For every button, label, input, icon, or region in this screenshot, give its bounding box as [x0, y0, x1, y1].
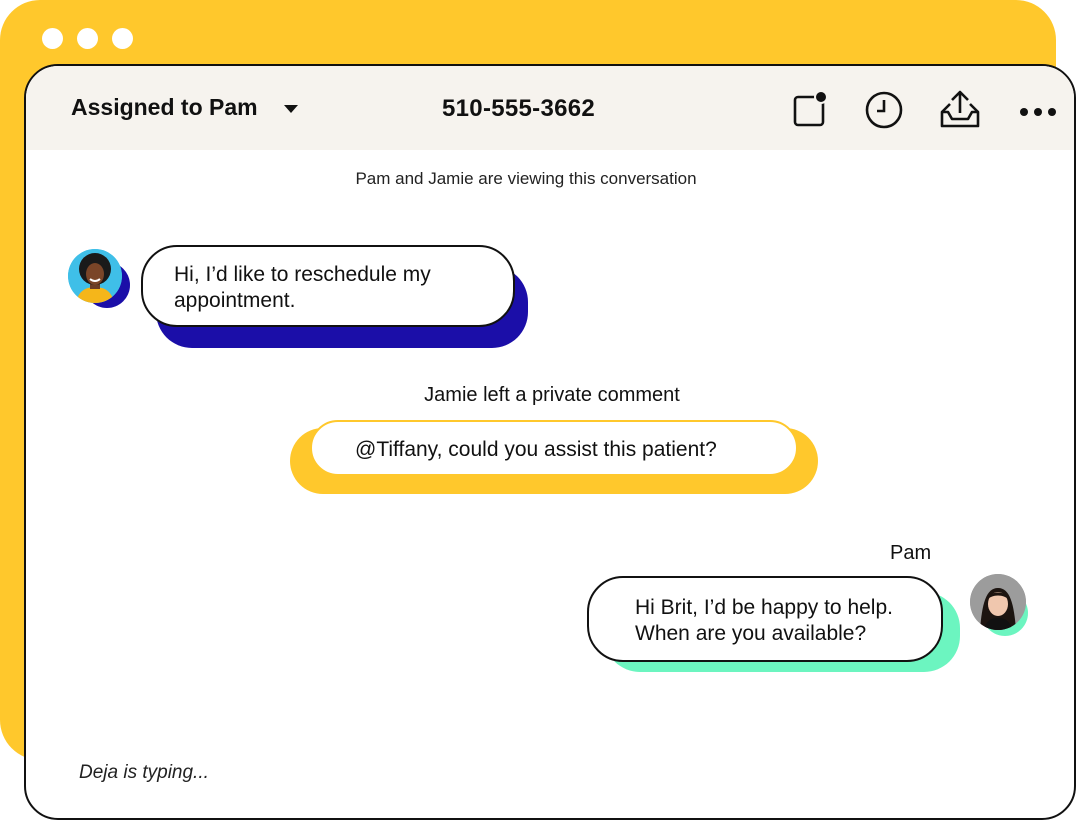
- private-comment-text: @Tiffany, could you assist this patient?: [355, 438, 717, 461]
- assignee-label: Assigned to Pam: [71, 94, 258, 120]
- agent-avatar: [970, 574, 1026, 630]
- patient-avatar: [68, 249, 122, 303]
- private-comment-bubble: @Tiffany, could you assist this patient?: [310, 420, 798, 476]
- message-text-line: appointment.: [174, 289, 296, 312]
- typing-indicator: Deja is typing...: [79, 762, 209, 783]
- note-icon[interactable]: [790, 90, 830, 130]
- inbox-upload-icon[interactable]: [938, 90, 982, 130]
- assignee-dropdown[interactable]: Assigned to Pam: [71, 94, 298, 121]
- reply-message-bubble: Hi Brit, I’d be happy to help. When are …: [587, 576, 943, 662]
- window-dot[interactable]: [42, 28, 63, 49]
- window-dot[interactable]: [112, 28, 133, 49]
- message-text-line: Hi Brit, I’d be happy to help.: [635, 596, 893, 619]
- window-controls: [42, 28, 133, 49]
- phone-number: 510-555-3662: [442, 95, 596, 122]
- clock-icon[interactable]: [864, 90, 904, 130]
- patient-message-bubble: Hi, I’d like to reschedule my appointmen…: [141, 245, 515, 327]
- caret-down-icon: [283, 104, 298, 113]
- conversation-window: Assigned to Pam 510-555-3662 Pam and Jam…: [24, 64, 1076, 820]
- viewing-notice: Pam and Jamie are viewing this conversat…: [355, 169, 697, 188]
- reply-sender-name: Pam: [890, 542, 932, 564]
- private-comment-label: Jamie left a private comment: [424, 384, 680, 406]
- message-text-line: Hi, I’d like to reschedule my: [174, 263, 431, 286]
- window-dot[interactable]: [77, 28, 98, 49]
- message-text-line: When are you available?: [635, 622, 867, 645]
- more-icon[interactable]: [1018, 90, 1058, 130]
- conversation-header: Assigned to Pam 510-555-3662: [26, 66, 1074, 150]
